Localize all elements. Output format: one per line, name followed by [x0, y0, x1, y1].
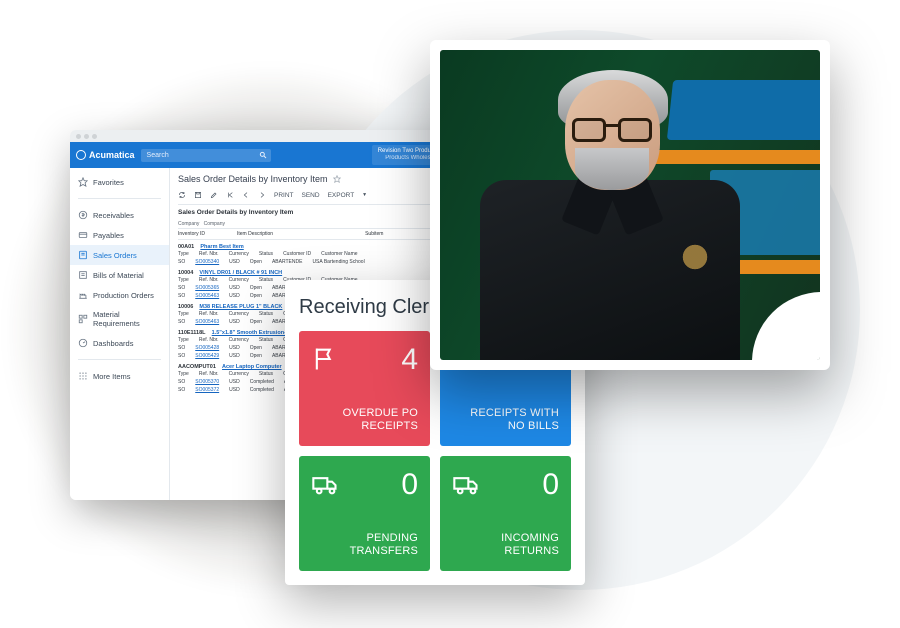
tile-label: OVERDUE PORECEIPTS	[311, 407, 418, 435]
star-icon	[78, 177, 88, 187]
tile-label: INCOMINGRETURNS	[452, 532, 559, 560]
sidebar-item-label: Payables	[93, 231, 124, 240]
flag-icon	[311, 345, 339, 373]
prev-icon[interactable]	[242, 191, 250, 199]
ref-link[interactable]: SO005340	[195, 259, 219, 265]
company-value: Company	[204, 221, 225, 227]
next-icon[interactable]	[258, 191, 266, 199]
sidebar-item-label: Dashboards	[93, 339, 133, 348]
ref-link[interactable]: SO005428	[195, 345, 219, 351]
dashboard-title: Receiving Clerk	[299, 296, 439, 319]
window-titlebar	[70, 130, 490, 142]
search-icon	[259, 151, 267, 159]
sidebar-item-payables[interactable]: Payables	[70, 225, 169, 245]
sidebar-item-more[interactable]: More Items	[70, 366, 169, 386]
sidebar-item-dashboards[interactable]: Dashboards	[70, 333, 169, 353]
payables-icon	[78, 230, 88, 240]
bom-icon	[78, 270, 88, 280]
more-icon	[78, 371, 88, 381]
item-link[interactable]: Acer Laptop Computer	[222, 364, 282, 370]
item-link[interactable]: M38 RELEASE PLUG 1" BLACK	[199, 304, 282, 310]
ref-link[interactable]: SO005463	[195, 319, 219, 325]
sidebar-item-bom[interactable]: Bills of Material	[70, 265, 169, 285]
sidebar: Favorites Receivables Payables Sales Ord…	[70, 168, 170, 500]
col-inventory-id: Inventory ID	[178, 231, 205, 237]
sidebar-item-label: Material Requirements	[93, 310, 161, 328]
page-title: Sales Order Details by Inventory Item	[178, 174, 328, 184]
edit-icon[interactable]	[210, 191, 218, 199]
brand-text: Acumatica	[89, 150, 135, 160]
truck-icon	[452, 470, 480, 498]
item-link[interactable]: 1.5"x1.8" Smooth Extrusion-Lite	[212, 330, 296, 336]
tile-value: 0	[401, 470, 418, 500]
tile-value: 0	[542, 470, 559, 500]
tile-label: PENDINGTRANSFERS	[311, 532, 418, 560]
kpi-tile[interactable]: 4 OVERDUE PORECEIPTS	[299, 331, 430, 446]
traffic-light-close[interactable]	[76, 134, 81, 139]
truck-icon	[311, 470, 339, 498]
sidebar-item-sales-orders[interactable]: Sales Orders	[70, 245, 169, 265]
sidebar-item-label: More Items	[93, 372, 131, 381]
sidebar-item-label: Bills of Material	[93, 271, 144, 280]
traffic-light-min[interactable]	[84, 134, 89, 139]
traffic-light-max[interactable]	[92, 134, 97, 139]
toolbar-export-caret[interactable]: ▼	[362, 192, 367, 198]
sidebar-item-favorites[interactable]: Favorites	[70, 172, 169, 192]
ref-link[interactable]: SO005429	[195, 353, 219, 359]
warehouse-worker-photo	[440, 50, 820, 360]
toolbar-print[interactable]: PRINT	[274, 192, 294, 199]
item-link[interactable]: Pharm Best Item	[200, 244, 243, 250]
item-link[interactable]: VINYL DR01 / BLACK # 91 INCH	[199, 270, 282, 276]
sidebar-item-production[interactable]: Production Orders	[70, 285, 169, 305]
search-placeholder: Search	[147, 152, 169, 159]
save-icon[interactable]	[194, 191, 202, 199]
sidebar-item-label: Sales Orders	[93, 251, 137, 260]
receivables-icon	[78, 210, 88, 220]
brand-icon	[76, 150, 86, 160]
ref-link[interactable]: SO005463	[195, 293, 219, 299]
company-label: Company	[178, 221, 199, 227]
photo-card	[430, 40, 830, 370]
toolbar-send[interactable]: SEND	[302, 192, 320, 199]
refresh-icon[interactable]	[178, 191, 186, 199]
mrp-icon	[78, 314, 88, 324]
sidebar-item-label: Favorites	[93, 178, 124, 187]
production-icon	[78, 290, 88, 300]
sales-orders-icon	[78, 250, 88, 260]
kpi-tile[interactable]: 0 PENDINGTRANSFERS	[299, 456, 430, 571]
sidebar-item-label: Receivables	[93, 211, 134, 220]
search-input[interactable]: Search	[141, 149, 271, 162]
toolbar-export[interactable]: EXPORT	[328, 192, 355, 199]
tile-value: 4	[401, 345, 418, 375]
ref-link[interactable]: SO005370	[195, 379, 219, 385]
ref-link[interactable]: SO005365	[195, 285, 219, 291]
col-item-desc: Item Description	[237, 231, 273, 237]
favorite-star-icon[interactable]	[333, 175, 341, 183]
tile-label: RECEIPTS WITHNO BILLS	[452, 407, 559, 435]
ref-link[interactable]: SO005372	[195, 387, 219, 393]
sidebar-item-receivables[interactable]: Receivables	[70, 205, 169, 225]
sidebar-item-label: Production Orders	[93, 291, 154, 300]
col-subitem: Subitem	[365, 231, 383, 237]
dashboard-icon	[78, 338, 88, 348]
sidebar-item-mrp[interactable]: Material Requirements	[70, 305, 169, 333]
brand[interactable]: Acumatica	[76, 150, 135, 160]
kpi-tile[interactable]: 0 INCOMINGRETURNS	[440, 456, 571, 571]
topbar: Acumatica Search Revision Two Products P…	[70, 142, 490, 168]
first-icon[interactable]	[226, 191, 234, 199]
